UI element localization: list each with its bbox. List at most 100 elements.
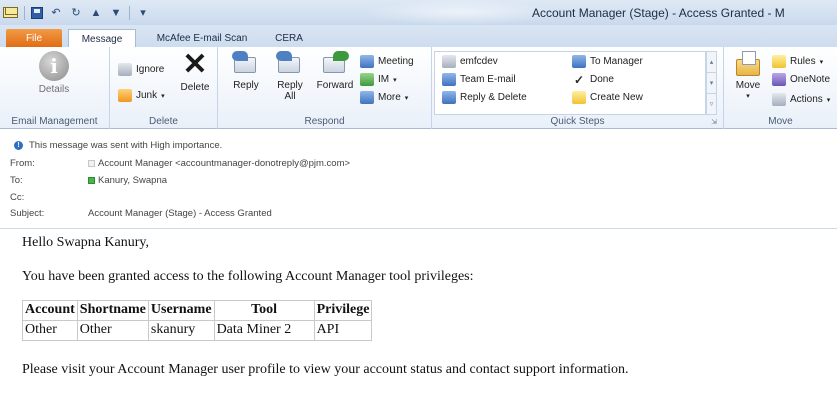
high-importance-icon: !: [14, 141, 23, 150]
move-icon: [734, 51, 762, 77]
actions-button[interactable]: Actions ▾: [772, 91, 830, 108]
more-button[interactable]: More ▾: [360, 89, 408, 106]
onenote-button[interactable]: OneNote: [772, 71, 830, 88]
group-respond: Reply Reply All Forward Meeting IM ▾ Mor…: [218, 47, 432, 129]
ribbon-tabs: File Message McAfee E-mail Scan CERA: [0, 25, 837, 49]
meeting-label: Meeting: [378, 56, 414, 67]
junk-label: Junk: [136, 90, 158, 101]
move-dropdown-icon: ▾: [746, 93, 750, 100]
reply-icon: [232, 51, 260, 77]
closing-text: Please visit your Account Manager user p…: [22, 362, 629, 377]
move-label: Move: [735, 80, 761, 91]
importance-notice: ! This message was sent with High import…: [14, 140, 222, 151]
more-label: More: [378, 92, 401, 103]
details-label: Details: [38, 84, 70, 95]
onenote-label: OneNote: [790, 74, 831, 85]
intro-text: You have been granted access to the foll…: [22, 269, 474, 284]
details-button[interactable]: i Details: [28, 51, 80, 95]
column-header-username: Username: [147, 300, 215, 321]
im-dropdown-icon: ▾: [393, 76, 397, 84]
reply-all-icon: [276, 51, 304, 77]
greeting-text: Hello Swapna Kanury,: [22, 235, 150, 250]
down-arrow-icon[interactable]: ▼: [109, 6, 123, 20]
from-address: Account Manager <accountmanager-donotrep…: [98, 158, 351, 169]
forward-label: Forward: [316, 80, 354, 91]
actions-label: Actions: [790, 94, 823, 105]
customize-toolbar-icon[interactable]: ▾: [136, 6, 150, 20]
move-button[interactable]: Move ▾: [730, 51, 766, 102]
column-header-tool: Tool: [213, 300, 315, 321]
from-label: From:: [10, 158, 35, 169]
cell-tool: Data Miner 2: [213, 320, 315, 341]
reply-button[interactable]: Reply: [226, 51, 266, 91]
delete-label: Delete: [180, 82, 210, 93]
reply-label: Reply: [233, 80, 259, 91]
group-delete: Ignore Junk ▾ ✕ Delete Delete: [110, 47, 218, 129]
im-label: IM: [378, 74, 390, 85]
title-bar: ↶ ↻ ▲ ▼ ▾ Account Manager (Stage) - Acce…: [0, 0, 837, 25]
rules-label: Rules: [790, 56, 816, 67]
cell-privilege: API: [313, 320, 373, 341]
rules-button[interactable]: Rules ▾: [772, 53, 823, 70]
forward-icon: [321, 51, 349, 77]
group-label-delete: Delete: [149, 116, 178, 127]
delete-button[interactable]: ✕ Delete: [176, 48, 214, 94]
group-label-quick-steps: Quick Steps: [550, 116, 605, 127]
save-icon[interactable]: [31, 6, 43, 19]
column-header-privilege: Privilege: [313, 300, 373, 321]
ribbon: i Details Email Management Ignore Junk ▾…: [0, 47, 837, 129]
reply-all-button[interactable]: Reply All: [270, 51, 310, 102]
forward-button[interactable]: Forward: [312, 51, 358, 91]
meeting-button[interactable]: Meeting: [360, 53, 414, 70]
info-icon: i: [39, 51, 69, 81]
tab-mcafee-email-scan[interactable]: McAfee E-mail Scan: [144, 29, 260, 48]
meeting-icon: [360, 55, 374, 68]
up-arrow-icon[interactable]: ▲: [89, 6, 103, 20]
tab-message[interactable]: Message: [68, 29, 136, 49]
group-email-management: i Details Email Management: [0, 47, 110, 129]
column-header-shortname: Shortname: [76, 300, 149, 321]
junk-icon: [118, 89, 132, 102]
actions-dropdown-icon: ▾: [826, 96, 831, 104]
outlook-envelope-icon[interactable]: [3, 7, 18, 18]
rules-icon: [772, 55, 786, 68]
tab-file[interactable]: File: [6, 29, 62, 48]
im-icon: [360, 73, 374, 86]
cell-username: skanury: [147, 320, 215, 341]
more-dropdown-icon: ▾: [404, 94, 409, 102]
presence-offline-icon: [88, 160, 95, 167]
undo-icon[interactable]: ↶: [49, 6, 63, 20]
importance-notice-text: This message was sent with High importan…: [29, 140, 223, 151]
to-recipient: Kanury, Swapna: [98, 175, 168, 186]
subject-value: Account Manager (Stage) - Access Granted: [88, 208, 272, 219]
tab-cera[interactable]: CERA: [266, 29, 312, 48]
group-quick-steps: ⇲ Quick Steps: [432, 47, 724, 129]
from-value[interactable]: Account Manager <accountmanager-donotrep…: [88, 158, 350, 169]
presence-available-icon: [88, 177, 95, 184]
rules-dropdown-icon: ▾: [819, 58, 824, 66]
quick-access-toolbar: ↶ ↻ ▲ ▼ ▾: [3, 4, 150, 21]
ignore-icon: [118, 63, 132, 76]
delete-x-icon: ✕: [182, 48, 208, 81]
onenote-icon: [772, 73, 786, 86]
column-header-account: Account: [22, 300, 78, 321]
table-row: Other Other skanury Data Miner 2 API: [22, 320, 373, 341]
actions-icon: [772, 93, 786, 106]
im-button[interactable]: IM ▾: [360, 71, 397, 88]
group-label-move: Move: [768, 116, 793, 127]
cc-label: Cc:: [10, 192, 25, 203]
junk-button[interactable]: Junk ▾: [118, 87, 165, 104]
subject-label: Subject:: [10, 208, 45, 219]
to-value[interactable]: Kanury, Swapna: [88, 175, 167, 186]
group-move: Move ▾ Rules ▾ OneNote Actions ▾ Move: [724, 47, 837, 129]
reply-all-label: Reply All: [277, 80, 303, 102]
redo-icon[interactable]: ↻: [69, 6, 83, 20]
to-label: To:: [10, 175, 23, 186]
group-label-respond: Respond: [304, 116, 345, 127]
junk-dropdown-icon: ▾: [161, 92, 165, 100]
more-icon: [360, 91, 374, 104]
ignore-button[interactable]: Ignore: [118, 61, 164, 78]
privileges-table: Account Shortname Username Tool Privileg…: [22, 300, 373, 341]
cell-shortname: Other: [76, 320, 149, 341]
message-body: Hello Swapna Kanury, You have been grant…: [0, 228, 837, 408]
